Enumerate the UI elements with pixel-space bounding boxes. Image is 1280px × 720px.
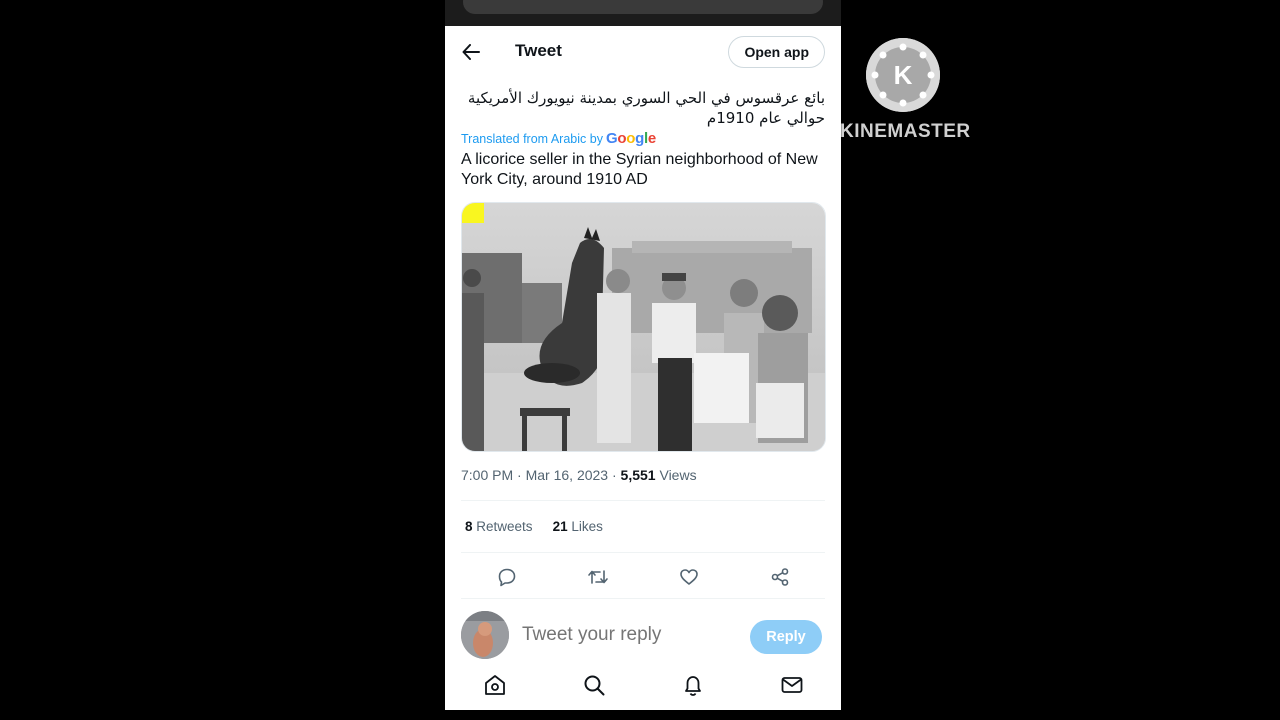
likes-label: Likes [571,519,603,534]
like-button[interactable] [674,562,704,592]
retweet-icon [587,570,608,584]
status-strip [445,0,841,26]
share-icon [771,568,788,586]
reply-composer: Reply [445,606,841,664]
kinemaster-logo-icon: K [866,38,940,112]
divider [461,598,825,599]
tweet-timestamp: 7:00 PM · Mar 16, 2023 · 5,551 Views [461,467,697,483]
nav-notifications[interactable] [678,670,708,700]
address-bar [463,0,823,14]
translated-label: Translated from Arabic by [461,131,603,146]
avatar-image [461,611,509,659]
reply-input[interactable] [522,624,722,646]
open-app-button[interactable]: Open app [728,36,825,68]
nav-home[interactable] [480,670,510,700]
retweet-button[interactable] [583,562,613,592]
page-title: Tweet [515,41,562,60]
divider [461,552,825,553]
tweet-header: Tweet Open app [445,26,841,78]
back-arrow-icon [462,44,480,60]
kinemaster-logo-letter: K [894,60,913,90]
kinemaster-watermark: KINEMASTER [840,121,971,142]
avatar[interactable] [461,611,509,659]
translation-attribution[interactable]: Translated from Arabic by Google [461,130,656,147]
back-button[interactable] [459,40,483,64]
tweet-time: 7:00 PM [461,467,514,483]
tweet-stats: 8 Retweets 21 Likes [465,519,603,534]
views-count: 5,551 [620,467,656,483]
google-logo: Google [605,130,656,147]
likes-count: 21 [552,519,568,534]
tweet-text-original: بائع عرقسوس في الحي السوري بمدينة نيويور… [467,89,825,127]
messages-icon [781,677,802,693]
bottom-nav [445,660,841,710]
kinemaster-logo: K [866,38,940,112]
likes-stat[interactable]: 21 Likes [553,519,603,534]
search-icon [584,675,604,696]
retweets-stat[interactable]: 8 Retweets [465,519,533,534]
reply-button[interactable] [492,562,522,592]
twitter-mobile-view: Tweet Open app بائع عرقسوس في الحي السور… [445,0,841,710]
reply-submit-button[interactable]: Reply [750,620,822,654]
tweet-photo[interactable] [461,202,826,452]
divider [461,500,825,501]
tweet-text-translated: A licorice seller in the Syrian neighbor… [461,151,818,188]
nav-search[interactable] [579,670,609,700]
historic-street-photo [462,203,825,451]
retweets-count: 8 [465,519,473,534]
reply-icon [498,568,515,587]
notifications-icon [684,676,701,696]
nav-messages[interactable] [777,670,807,700]
views-label: Views [659,467,697,483]
home-icon [484,675,505,695]
share-button[interactable] [765,562,795,592]
like-icon [679,569,698,585]
retweets-label: Retweets [476,519,533,534]
tweet-date: Mar 16, 2023 [525,467,609,483]
tweet-actions [461,562,825,592]
